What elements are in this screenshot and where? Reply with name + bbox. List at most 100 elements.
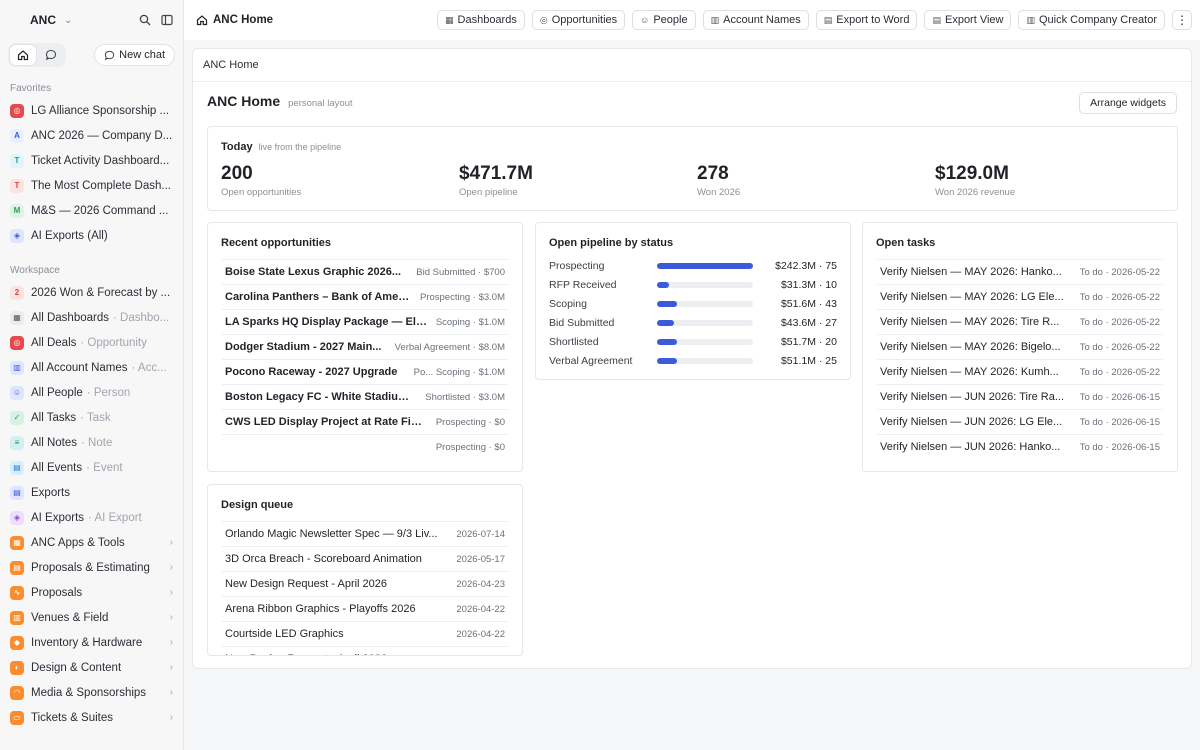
list-item[interactable]: LA Sparks HQ Display Package — El ... Sco… [222, 309, 508, 334]
pipeline-row-verbal-agreement[interactable]: Verbal Agreement $51.1M · 25 [549, 351, 837, 370]
target-icon: ◎ [10, 335, 24, 350]
pipeline-value: $51.6M · 43 [780, 297, 837, 310]
sidebar-item-all-deals[interactable]: ◎ All Deals · Opportunity [0, 330, 183, 355]
export-view-button[interactable]: ▤ Export View [924, 10, 1012, 30]
dashboards-button[interactable]: ▦ Dashboards [437, 10, 525, 30]
sidebar-item-all-tasks[interactable]: ✓ All Tasks · Task [0, 405, 183, 430]
chevron-right-icon[interactable]: › [166, 562, 173, 573]
list-item[interactable]: Verify Nielsen — JUN 2026: Tire Ra... To … [877, 384, 1163, 409]
list-item[interactable]: Dodger Stadium - 2027 Main... Verbal Agre… [222, 334, 508, 359]
list-item[interactable]: Verify Nielsen — MAY 2026: LG Ele... To d… [877, 284, 1163, 309]
sidebar-item-proposals-estimating[interactable]: ▤ Proposals & Estimating › [0, 555, 183, 580]
pipeline-row-scoping[interactable]: Scoping $51.6M · 43 [549, 294, 837, 313]
opportunities-button[interactable]: ◎ Opportunities [531, 10, 626, 30]
favorites-list: ◎ LG Alliance Sponsorship ... A ANC 2026 — … [0, 98, 183, 248]
arrange-widgets-button[interactable]: Arrange widgets [1079, 92, 1177, 114]
list-item[interactable]: 3D Orca Breach - Scoreboard Animation 202… [222, 546, 508, 571]
sidebar-item-type: · Dashbo... [112, 311, 170, 324]
sidebar-item-the-most-complete-dash[interactable]: T The Most Complete Dash... [0, 173, 183, 198]
list-item[interactable]: New Design Request - April 2026 2026-04-2… [222, 571, 508, 596]
pipeline-row-prospecting[interactable]: Prospecting $242.3M · 75 [549, 256, 837, 275]
list-item[interactable]: Verify Nielsen — MAY 2026: Hanko... To do… [877, 259, 1163, 284]
item-meta: To do · 2026-05-22 [1079, 266, 1160, 278]
sidebar-item-label: Media & Sponsorships [31, 686, 147, 699]
sidebar-item-ai-exports[interactable]: ◈ AI Exports · AI Export [0, 505, 183, 530]
sidebar-item-venues-field[interactable]: ▥ Venues & Field › [0, 605, 183, 630]
quick-company-creator-button[interactable]: ▥ Quick Company Creator [1018, 10, 1165, 30]
item-name: Verify Nielsen — MAY 2026: Hanko... [880, 266, 1062, 278]
button-label: Dashboards [457, 14, 517, 26]
button-label: Opportunities [551, 14, 618, 26]
list-item[interactable]: Boston Legacy FC - White Stadium ... Shor… [222, 384, 508, 409]
chevron-right-icon[interactable]: › [166, 612, 173, 623]
sidebar-item-all-notes[interactable]: ≡ All Notes · Note [0, 430, 183, 455]
box-icon: ◆ [10, 635, 24, 650]
chevron-down-icon: ⌄ [64, 14, 73, 26]
search-icon[interactable] [139, 14, 151, 26]
sidebar-item-anc-apps-tools[interactable]: ▦ ANC Apps & Tools › [0, 530, 183, 555]
sidebar-item-anc-2026-company-d[interactable]: A ANC 2026 — Company D... [0, 123, 183, 148]
pipeline-bar [657, 338, 753, 345]
list-item[interactable]: Verify Nielsen — JUN 2026: Hanko... To do… [877, 434, 1163, 459]
chevron-right-icon[interactable]: › [166, 687, 173, 698]
pipeline-row-bid-submitted[interactable]: Bid Submitted $43.6M · 27 [549, 313, 837, 332]
list-item[interactable]: Orlando Magic Newsletter Spec — 9/3 Liv.… [222, 521, 508, 546]
list-item[interactable]: Verify Nielsen — MAY 2026: Bigelo... To d… [877, 334, 1163, 359]
account-names-button[interactable]: ▥ Account Names [702, 10, 809, 30]
sidebar-item-all-events[interactable]: ▤ All Events · Event [0, 455, 183, 480]
chevron-right-icon[interactable]: › [166, 637, 173, 648]
sidebar-item-exports[interactable]: ▤ Exports [0, 480, 183, 505]
list-item[interactable]: CWS LED Display Project at Rate Field...… [222, 409, 508, 434]
list-item[interactable]: New Design Request - April 2026 2026-04-2… [222, 646, 508, 655]
pipeline-row-shortlisted[interactable]: Shortlisted $51.7M · 20 [549, 332, 837, 351]
clipboard-icon: ▤ [10, 560, 24, 575]
sidebar-item-media-sponsorships[interactable]: ◠ Media & Sponsorships › [0, 680, 183, 705]
chevron-right-icon[interactable]: › [166, 537, 173, 548]
sidebar-item-type: · Person [86, 386, 131, 399]
list-item[interactable]: Pocono Raceway - 2027 Upgrade Po... Scopi… [222, 359, 508, 384]
pipeline-row-rfp-received[interactable]: RFP Received $31.3M · 10 [549, 275, 837, 294]
document-icon: ▤ [932, 14, 941, 25]
list-item[interactable]: Verify Nielsen — MAY 2026: Kumh... To do … [877, 359, 1163, 384]
list-item[interactable]: Verify Nielsen — MAY 2026: Tire R... To d… [877, 309, 1163, 334]
item-name: New Design Request - April 2026 [225, 653, 448, 655]
item-meta: Prospecting · $0 [435, 416, 505, 428]
chevron-right-icon[interactable]: › [166, 662, 173, 673]
chevron-right-icon[interactable]: › [166, 587, 173, 598]
list-item[interactable]: Prospecting · $0 [222, 434, 508, 459]
workspace-switcher[interactable]: ANC ⌄ [0, 0, 183, 40]
people-button[interactable]: ☺ People [632, 10, 696, 30]
list-item[interactable]: Boise State Lexus Graphic 2026... Bid Sub… [222, 259, 508, 284]
new-chat-button[interactable]: New chat [94, 44, 175, 66]
list-item[interactable]: Arena Ribbon Graphics - Playoffs 2026 202… [222, 596, 508, 621]
pipeline-value: $242.3M · 75 [775, 259, 837, 272]
breadcrumb[interactable]: ANC Home [196, 14, 273, 26]
export-to-word-button[interactable]: ▤ Export to Word [815, 10, 918, 30]
workspace-list: 2 2026 Won & Forecast by ... ▦ All Dashboar… [0, 280, 183, 730]
sidebar-item-design-content[interactable]: ◐ Design & Content › [0, 655, 183, 680]
sidebar-item-all-account-names[interactable]: ▥ All Account Names · Acc... [0, 355, 183, 380]
palette-icon: ◐ [10, 660, 24, 675]
sidebar-item-tickets-suites[interactable]: ▭ Tickets & Suites › [0, 705, 183, 730]
list-item[interactable]: Verify Nielsen — JUN 2026: LG Ele... To d… [877, 409, 1163, 434]
chat-mode-button[interactable] [38, 45, 64, 65]
list-item[interactable]: Carolina Panthers – Bank of Ameri... Pros… [222, 284, 508, 309]
sidebar-item-ticket-activity-dashboard[interactable]: T Ticket Activity Dashboard... [0, 148, 183, 173]
sidebar-item-m-s-2026-command[interactable]: M M&S — 2026 Command ... [0, 198, 183, 223]
sidebar-item-all-people[interactable]: ☺ All People · Person [0, 380, 183, 405]
item-name: Verify Nielsen — JUN 2026: Hanko... [880, 441, 1061, 453]
list-item[interactable]: Courtside LED Graphics 2026-04-22 [222, 621, 508, 646]
sidebar-item-ai-exports-all[interactable]: ◈ AI Exports (All) [0, 223, 183, 248]
calendar-icon: ▤ [10, 460, 24, 475]
sidebar-item-2026-won-forecast-by[interactable]: 2 2026 Won & Forecast by ... [0, 280, 183, 305]
sidebar-item-lg-alliance-sponsorship[interactable]: ◎ LG Alliance Sponsorship ... [0, 98, 183, 123]
chevron-right-icon[interactable]: › [166, 712, 173, 723]
home-mode-button[interactable] [10, 45, 36, 65]
item-name: 3D Orca Breach - Scoreboard Animation [225, 553, 422, 565]
ai-export-icon: ◈ [10, 510, 24, 525]
sidebar-item-inventory-hardware[interactable]: ◆ Inventory & Hardware › [0, 630, 183, 655]
sidebar-toggle-icon[interactable] [161, 14, 173, 26]
more-options-icon[interactable]: ⋮ [1172, 10, 1192, 30]
sidebar-item-proposals[interactable]: ∿ Proposals › [0, 580, 183, 605]
sidebar-item-all-dashboards[interactable]: ▦ All Dashboards · Dashbo... [0, 305, 183, 330]
